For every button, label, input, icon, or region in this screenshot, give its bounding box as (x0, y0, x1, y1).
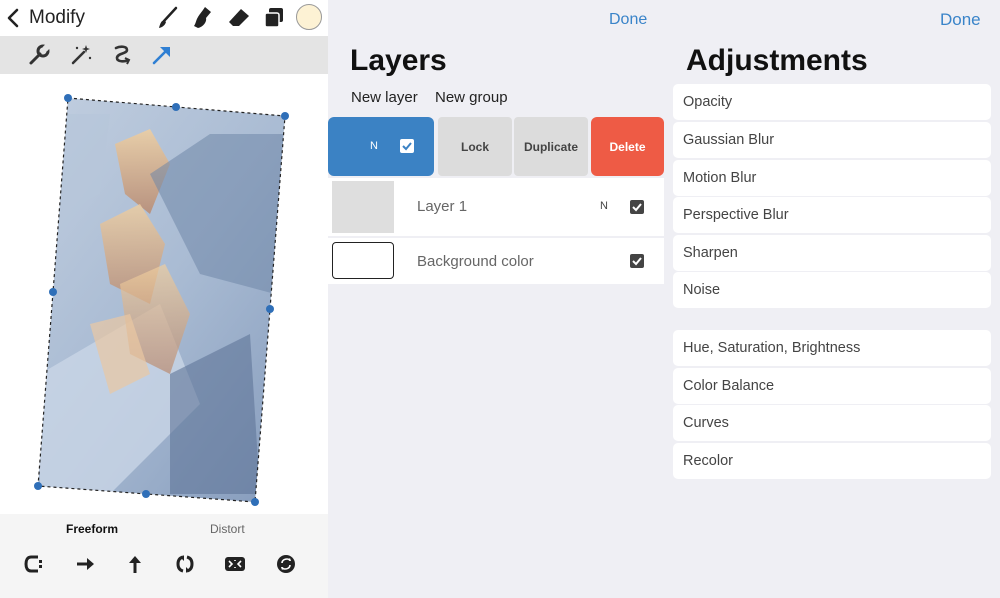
mode-distort[interactable]: Distort (210, 522, 245, 536)
layer-row[interactable]: Layer 1 N (328, 178, 664, 236)
layers-done-button[interactable]: Done (609, 11, 647, 29)
check-icon (402, 142, 412, 151)
layer-action-row: N Lock Duplicate Delete (328, 117, 664, 176)
layer-name: Layer 1 (417, 198, 468, 215)
new-group-button[interactable]: New group (435, 89, 508, 106)
rotate-45-icon[interactable] (173, 552, 197, 576)
wrench-icon[interactable] (25, 41, 53, 69)
transform-arrow-icon[interactable] (148, 41, 176, 69)
visibility-checkbox[interactable] (630, 200, 644, 214)
adjustments-panel: Done Adjustments Opacity Gaussian Blur M… (668, 0, 1000, 598)
adjustment-motion-blur[interactable]: Motion Blur (673, 160, 991, 196)
adjustment-perspective-blur[interactable]: Perspective Blur (673, 197, 991, 233)
blend-mode-label[interactable]: N (370, 140, 378, 152)
adjustment-opacity[interactable]: Opacity (673, 84, 991, 120)
background-color-swatch (332, 242, 394, 279)
mode-freeform[interactable]: Freeform (66, 522, 118, 536)
adjustment-hue-saturation-brightness[interactable]: Hue, Saturation, Brightness (673, 330, 991, 366)
flip-horizontal-icon[interactable] (73, 552, 97, 576)
layer-row[interactable]: Background color (328, 238, 664, 284)
top-toolbar: Modify (0, 0, 328, 36)
selected-layer-swipe[interactable]: N (328, 117, 434, 176)
new-layer-button[interactable]: New layer (351, 89, 418, 106)
chevron-left-icon[interactable] (2, 4, 26, 32)
layer-name: Background color (417, 253, 534, 270)
transform-bar: Freeform Distort (0, 514, 328, 598)
magnetics-icon[interactable] (23, 552, 47, 576)
layers-icon[interactable] (260, 4, 288, 32)
selection-icon[interactable] (108, 41, 136, 69)
blend-mode-label[interactable]: N (600, 200, 608, 212)
adjustment-curves[interactable]: Curves (673, 405, 991, 441)
reset-icon[interactable] (274, 552, 298, 576)
check-icon (632, 203, 642, 212)
adjustments-done-button[interactable]: Done (940, 10, 981, 30)
visibility-checkbox[interactable] (400, 139, 414, 153)
eraser-icon[interactable] (225, 4, 253, 32)
delete-button[interactable]: Delete (591, 117, 664, 176)
adjustment-color-balance[interactable]: Color Balance (673, 368, 991, 404)
color-swatch[interactable] (296, 4, 322, 30)
adjustment-gaussian-blur[interactable]: Gaussian Blur (673, 122, 991, 158)
lock-button[interactable]: Lock (438, 117, 512, 176)
adjustment-sharpen[interactable]: Sharpen (673, 235, 991, 271)
adjustment-noise[interactable]: Noise (673, 272, 991, 308)
canvas[interactable] (0, 74, 328, 514)
check-icon (632, 257, 642, 266)
visibility-checkbox[interactable] (630, 254, 644, 268)
tool-row (0, 36, 328, 74)
transformed-image (34, 94, 289, 506)
fit-to-screen-icon[interactable] (223, 552, 247, 576)
adjustment-recolor[interactable]: Recolor (673, 443, 991, 479)
flip-vertical-icon[interactable] (123, 552, 147, 576)
adjustments-title: Adjustments (686, 44, 868, 77)
modify-title: Modify (29, 7, 85, 28)
modify-panel: Modify Freeform Distort (0, 0, 328, 598)
smudge-icon[interactable] (189, 4, 217, 32)
magic-wand-icon[interactable] (67, 41, 95, 69)
duplicate-button[interactable]: Duplicate (514, 117, 588, 176)
layers-panel: Done Layers New layer New group N Lock D… (328, 0, 668, 598)
layers-title: Layers (350, 44, 447, 77)
brush-icon[interactable] (154, 4, 182, 32)
layer-thumbnail (332, 181, 394, 233)
